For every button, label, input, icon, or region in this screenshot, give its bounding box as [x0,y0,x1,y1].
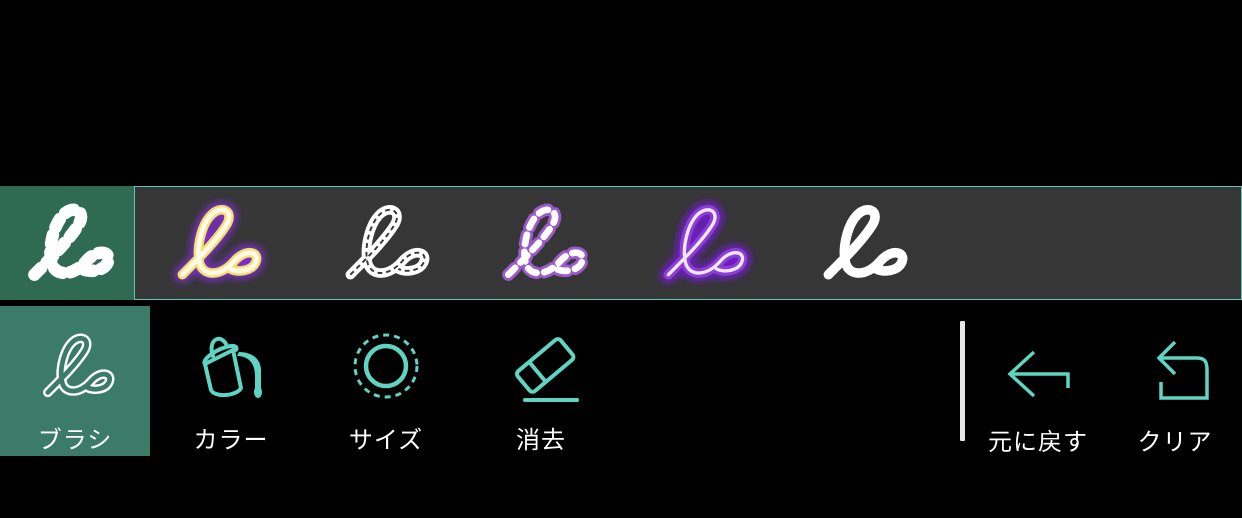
return-arrow-icon [1135,334,1215,414]
brush-option-dotted[interactable] [0,186,134,300]
brush-icon [35,326,115,406]
drawing-toolbar: ブラシ カラー サイズ 消去 元に戻す クリア [0,306,1242,456]
undo-arrow-icon [998,334,1078,414]
brush-option-purple-dotted[interactable] [476,186,606,300]
brush-option-stitched[interactable] [318,186,448,300]
eraser-tool-label: 消去 [516,426,566,454]
size-circle-icon [346,326,426,406]
brush-option-neon-purple[interactable] [636,186,766,300]
plain-white-brush-icon [813,195,909,291]
eraser-tool-button[interactable]: 消去 [466,306,616,456]
stitched-brush-icon [335,195,431,291]
brush-option-plain-white[interactable] [796,186,926,300]
color-tool-label: カラー [193,426,269,454]
brush-tool-label: ブラシ [37,426,113,454]
clear-label: クリア [1137,428,1213,456]
paint-bucket-icon [191,326,271,406]
size-tool-label: サイズ [348,426,424,454]
purple-dotted-brush-icon [493,195,589,291]
neon-purple-brush-icon [653,195,749,291]
size-tool-button[interactable]: サイズ [311,306,461,456]
brush-option-neon-yellow[interactable] [150,186,280,300]
brush-style-strip [0,186,1242,300]
clear-button[interactable]: クリア [1100,306,1242,456]
neon-yellow-brush-icon [167,195,263,291]
brush-tool-button[interactable]: ブラシ [0,306,150,456]
dotted-brush-icon [19,195,115,291]
eraser-icon [501,326,581,406]
color-tool-button[interactable]: カラー [156,306,306,456]
undo-button[interactable]: 元に戻す [963,306,1113,456]
undo-label: 元に戻す [988,428,1088,456]
